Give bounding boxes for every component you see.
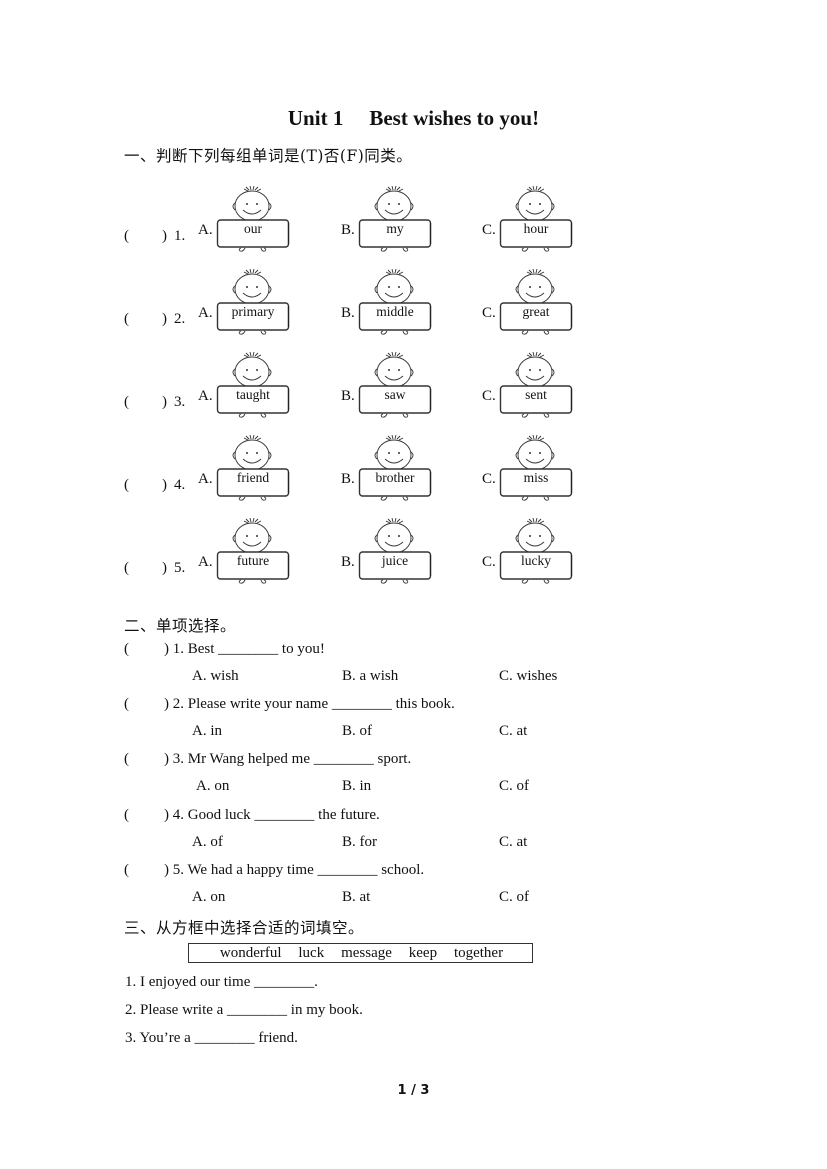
option-letter: B. bbox=[341, 554, 355, 570]
word-card: saw bbox=[357, 352, 433, 422]
word-card: brother bbox=[357, 435, 433, 505]
answer-blank[interactable]: ( bbox=[124, 862, 129, 879]
answer-blank[interactable]: () bbox=[124, 311, 167, 328]
answer-blank[interactable]: ( bbox=[124, 751, 129, 768]
option-letter: A. bbox=[198, 471, 213, 487]
word-card: taught bbox=[215, 352, 291, 422]
option-letter: B. bbox=[341, 388, 355, 404]
question-stem: ) 5. We had a happy time ________ school… bbox=[164, 862, 425, 878]
option-word: taught bbox=[236, 387, 270, 402]
word-card: our bbox=[215, 186, 291, 256]
word-card: friend bbox=[215, 435, 291, 505]
word-card: sent bbox=[498, 352, 574, 422]
option-letter: A. bbox=[198, 554, 213, 570]
unit-name: Best wishes to you! bbox=[369, 106, 540, 130]
choice-option: C. of bbox=[499, 889, 529, 905]
section3-heading: 三、从方框中选择合适的词填空。 bbox=[124, 919, 365, 937]
option-letter: B. bbox=[341, 305, 355, 321]
option-letter: A. bbox=[198, 388, 213, 404]
word-card: my bbox=[357, 186, 433, 256]
word-card: future bbox=[215, 518, 291, 588]
answer-blank[interactable]: () bbox=[124, 477, 167, 494]
option-letter: C. bbox=[482, 305, 496, 321]
option-letter: C. bbox=[482, 388, 496, 404]
word-card: great bbox=[498, 269, 574, 339]
option-letter: C. bbox=[482, 222, 496, 238]
option-letter: C. bbox=[482, 554, 496, 570]
option-letter: A. bbox=[198, 305, 213, 321]
question-number: 2. bbox=[174, 311, 186, 327]
word-bank-item: wonderful bbox=[219, 944, 282, 961]
choice-option: A. wish bbox=[192, 668, 239, 684]
choice-option: B. at bbox=[342, 889, 371, 905]
choice-option: A. on bbox=[196, 778, 230, 794]
question-stem: ) 3. Mr Wang helped me ________ sport. bbox=[164, 751, 412, 767]
option-word: juice bbox=[381, 553, 409, 568]
option-word: saw bbox=[384, 387, 406, 402]
answer-blank[interactable]: () bbox=[124, 560, 167, 577]
question-stem: ) 2. Please write your name ________ thi… bbox=[164, 696, 455, 712]
option-word: brother bbox=[375, 470, 415, 485]
option-word: my bbox=[386, 221, 404, 236]
fill-sentence-3: 3. You’re a ________ friend. bbox=[125, 1030, 298, 1046]
section1-heading: 一、判断下列每组单词是(T)否(F)同类。 bbox=[124, 147, 413, 165]
choice-option: C. wishes bbox=[499, 668, 558, 684]
option-word: future bbox=[236, 553, 270, 568]
option-word: great bbox=[522, 304, 550, 319]
option-word: hour bbox=[523, 221, 549, 236]
choice-option: C. at bbox=[499, 834, 528, 850]
word-card: hour bbox=[498, 186, 574, 256]
word-bank-item: message bbox=[341, 944, 392, 961]
word-bank-item: together bbox=[453, 944, 504, 961]
option-word: lucky bbox=[521, 553, 551, 568]
question-stem: ) 4. Good luck ________ the future. bbox=[164, 807, 380, 823]
choice-option: B. in bbox=[342, 778, 372, 794]
option-word: middle bbox=[376, 304, 414, 319]
option-word: friend bbox=[236, 470, 270, 485]
word-card: miss bbox=[498, 435, 574, 505]
question-number: 4. bbox=[174, 477, 186, 493]
answer-blank[interactable]: ( bbox=[124, 807, 129, 824]
choice-option: B. of bbox=[342, 723, 372, 739]
choice-option: A. in bbox=[192, 723, 222, 739]
word-card: juice bbox=[357, 518, 433, 588]
page-number: 1 / 3 bbox=[397, 1083, 430, 1098]
unit-label: Unit 1 bbox=[287, 106, 344, 130]
choice-option: A. of bbox=[192, 834, 223, 850]
word-bank-item: keep bbox=[408, 944, 438, 961]
option-letter: C. bbox=[482, 471, 496, 487]
section2-heading: 二、单项选择。 bbox=[124, 617, 237, 635]
question-number: 3. bbox=[174, 394, 186, 410]
question-number: 5. bbox=[174, 560, 186, 576]
option-word: our bbox=[244, 221, 262, 236]
answer-blank[interactable]: ( bbox=[124, 641, 129, 658]
fill-sentence-2: 2. Please write a ________ in my book. bbox=[125, 1002, 363, 1018]
option-letter: B. bbox=[341, 471, 355, 487]
choice-option: B. a wish bbox=[342, 668, 399, 684]
choice-option: B. for bbox=[342, 834, 377, 850]
page-title: Unit 1 Best wishes to you! bbox=[0, 106, 827, 131]
answer-blank[interactable]: () bbox=[124, 394, 167, 411]
answer-blank[interactable]: ( bbox=[124, 696, 129, 713]
word-card: lucky bbox=[498, 518, 574, 588]
question-number: 1. bbox=[174, 228, 186, 244]
answer-blank[interactable]: () bbox=[124, 228, 167, 245]
word-card: middle bbox=[357, 269, 433, 339]
word-card: primary bbox=[215, 269, 291, 339]
fill-sentence-1: 1. I enjoyed our time ________. bbox=[125, 974, 318, 990]
word-bank-item: luck bbox=[298, 944, 325, 961]
option-word: primary bbox=[231, 304, 275, 319]
word-bank-box: wonderful luck message keep together bbox=[188, 943, 533, 963]
option-word: miss bbox=[523, 470, 549, 485]
choice-option: A. on bbox=[192, 889, 226, 905]
choice-option: C. of bbox=[499, 778, 529, 794]
choice-option: C. at bbox=[499, 723, 528, 739]
option-word: sent bbox=[525, 387, 547, 402]
option-letter: A. bbox=[198, 222, 213, 238]
option-letter: B. bbox=[341, 222, 355, 238]
question-stem: ) 1. Best ________ to you! bbox=[164, 641, 325, 657]
